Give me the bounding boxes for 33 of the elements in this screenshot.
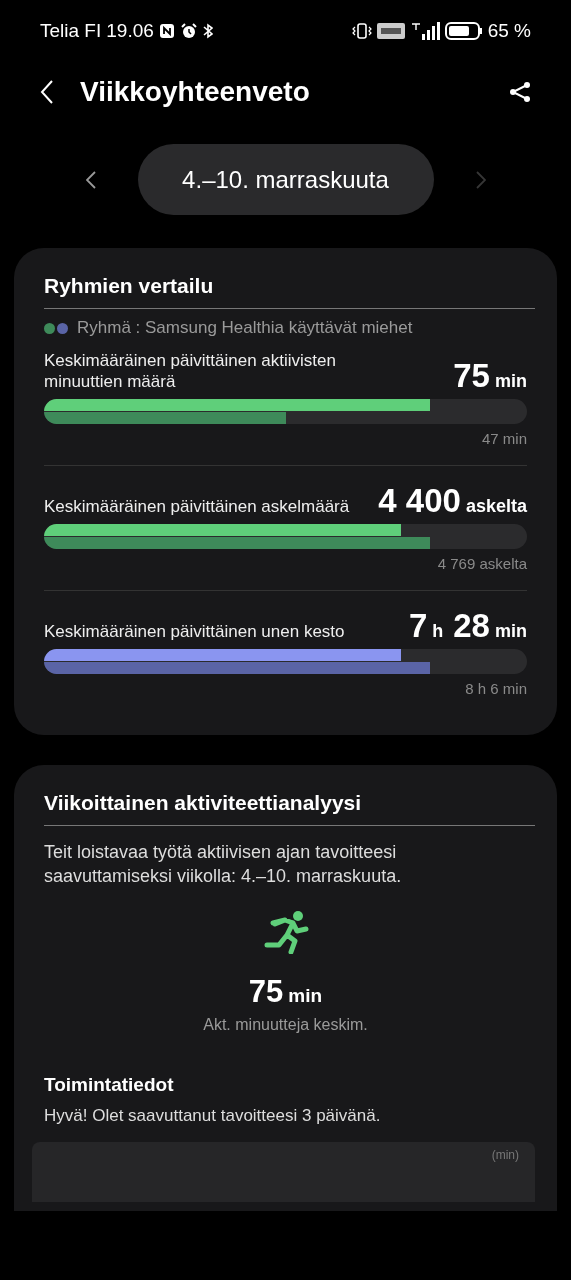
metric-label: Keskimääräinen päivittäinen askelmäärä	[44, 496, 351, 517]
group-reading: 8 h 6 min	[465, 680, 527, 697]
date-range-button[interactable]: 4.–10. marraskuuta	[137, 144, 434, 215]
activity-text: Hyvä! Olet saavuttanut tavoitteesi 3 päivänä.	[44, 1106, 382, 1126]
metric-value: 4 400 askelta	[378, 484, 527, 517]
card-title: Viikoittainen aktiviteettianalyysi	[44, 791, 535, 826]
metric-label: Keskimääräinen päivittäinen aktiivisten minuuttien määrä	[44, 350, 337, 392]
group-label: Ryhmä : Samsung Healthia käyttävät miehet	[77, 318, 413, 338]
section-title: Toimintatiedot	[44, 1074, 175, 1096]
group-reading: 4 769 askelta	[437, 555, 527, 572]
group-reading: 47 min	[481, 430, 527, 447]
chart-unit: (min)	[491, 1148, 519, 1162]
battery-icon	[444, 22, 483, 40]
average-caption: Akt. minuutteja keskim.	[203, 1016, 368, 1034]
page-title: Viikkoyhteenveto	[80, 75, 310, 108]
average-value: 75 min	[248, 974, 323, 1010]
metric-value: 7 h 28 min	[408, 609, 527, 642]
share-icon[interactable]	[509, 80, 531, 103]
carrier-text: Telia FI	[40, 20, 102, 42]
previous-week-icon[interactable]	[85, 170, 96, 189]
alarm-icon	[179, 23, 198, 39]
metric-label: Keskimääräinen päivittäinen unen kesto	[44, 621, 346, 642]
card-title: Ryhmien vertailu	[44, 274, 535, 309]
back-icon[interactable]	[40, 79, 54, 104]
vibrate-icon	[351, 23, 372, 39]
analysis-text: Teit loistavaa työtä aktiivisen ajan tavoitteesi saavuttamiseksi viikolla: 4.–10. marraskuuta.	[44, 841, 403, 888]
nfc-icon	[158, 23, 175, 39]
battery-text: 65 %	[487, 20, 531, 42]
signal-icon	[409, 22, 440, 40]
bluetooth-icon	[202, 23, 213, 39]
volte-icon	[376, 23, 405, 39]
clock-text: 19.06	[106, 20, 154, 42]
metric-value: 75 min	[453, 359, 527, 392]
